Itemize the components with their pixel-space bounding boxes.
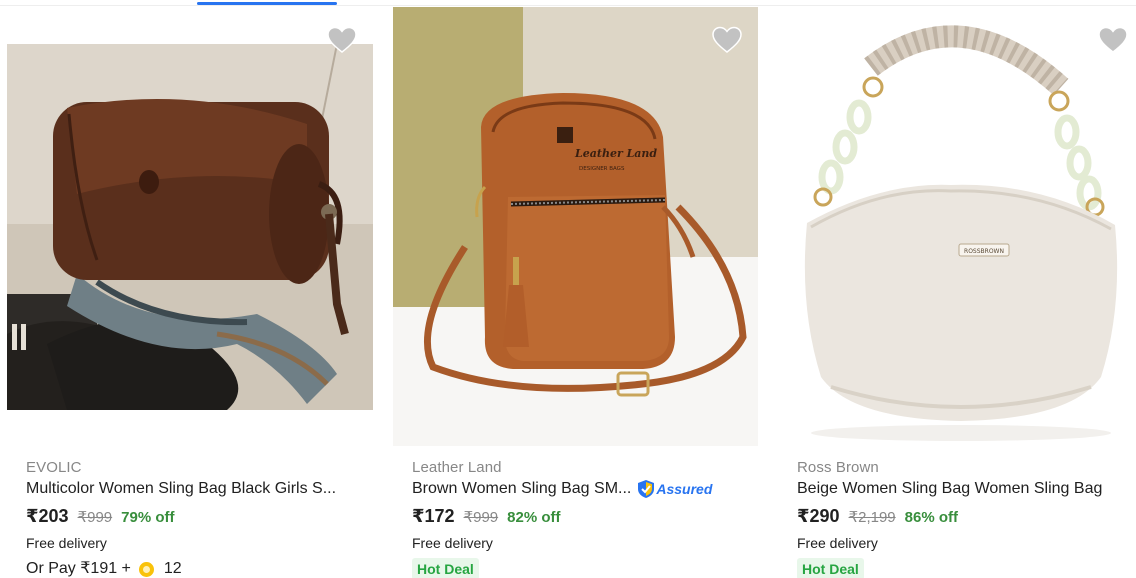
selling-price: ₹203 <box>26 506 69 526</box>
selling-price: ₹172 <box>412 506 455 526</box>
brown-barrel-sling-bag-photo <box>7 44 373 410</box>
price-row: ₹203 ₹999 79% off <box>26 502 366 530</box>
product-card[interactable]: EVOLIC Multicolor Women Sling Bag Black … <box>0 0 373 578</box>
product-info: Leather Land Brown Women Sling Bag SM...… <box>412 458 752 578</box>
wishlist-heart-icon[interactable] <box>327 26 357 54</box>
product-title-text[interactable]: Beige Women Sling Bag Women Sling Bag <box>797 478 1102 500</box>
product-brand: Leather Land <box>412 459 502 476</box>
original-price: ₹999 <box>77 509 113 526</box>
wishlist-heart-icon[interactable] <box>1098 26 1128 54</box>
coin-count: 12 <box>163 560 182 577</box>
product-title-text[interactable]: Brown Women Sling Bag SM... <box>412 478 631 500</box>
bag-logo-text: Leather Land <box>574 147 657 160</box>
price-row: ₹172 ₹999 82% off <box>412 502 752 530</box>
product-brand: Ross Brown <box>797 459 879 476</box>
discount-percent: 79% off <box>121 509 175 526</box>
product-info: Ross Brown Beige Women Sling Bag Women S… <box>797 458 1136 578</box>
product-title[interactable]: Multicolor Women Sling Bag Black Girls S… <box>26 478 366 500</box>
original-price: ₹2,199 <box>848 509 896 526</box>
coin-pay-offer: Or Pay ₹191 + 12 <box>26 556 366 578</box>
product-image[interactable]: ROSSBROWN <box>771 7 1136 446</box>
product-title-text[interactable]: Multicolor Women Sling Bag Black Girls S… <box>26 478 336 500</box>
or-pay-text: Or Pay ₹191 + <box>26 560 131 577</box>
assured-shield-icon <box>638 480 655 498</box>
hot-deal-badge: Hot Deal <box>797 558 864 578</box>
assured-label: Assured <box>656 481 713 497</box>
original-price: ₹999 <box>463 509 499 526</box>
discount-percent: 86% off <box>904 509 958 526</box>
selling-price: ₹290 <box>797 506 840 526</box>
discount-percent: 82% off <box>507 509 561 526</box>
product-info: EVOLIC Multicolor Women Sling Bag Black … <box>26 458 366 578</box>
product-title[interactable]: Beige Women Sling Bag Women Sling Bag <box>797 478 1136 500</box>
product-brand: EVOLIC <box>26 459 82 476</box>
delivery-info: Free delivery <box>412 535 493 551</box>
price-row: ₹290 ₹2,199 86% off <box>797 502 1136 530</box>
delivery-info: Free delivery <box>26 535 107 551</box>
product-card[interactable]: ROSSBROWN Ross Brown Beige Women Sling B… <box>771 0 1136 578</box>
product-card[interactable]: Leather Land DESIGNER BAGS Leather Land … <box>386 0 758 578</box>
beige-chain-handle-bag-photo: ROSSBROWN <box>771 7 1136 446</box>
bag-logo-sub: DESIGNER BAGS <box>579 166 625 172</box>
assured-badge: Assured <box>637 478 712 500</box>
product-title[interactable]: Brown Women Sling Bag SM... Assured <box>412 478 752 500</box>
supercoin-icon <box>138 561 154 577</box>
delivery-info: Free delivery <box>797 535 878 551</box>
hot-deal-badge: Hot Deal <box>412 558 479 578</box>
product-image[interactable] <box>7 44 373 410</box>
product-image[interactable]: Leather Land DESIGNER BAGS <box>393 7 758 446</box>
brown-leather-mobile-sling-bag-photo: Leather Land DESIGNER BAGS <box>393 7 758 446</box>
bag-logo-text: ROSSBROWN <box>964 248 1004 255</box>
wishlist-heart-icon[interactable] <box>712 26 742 54</box>
